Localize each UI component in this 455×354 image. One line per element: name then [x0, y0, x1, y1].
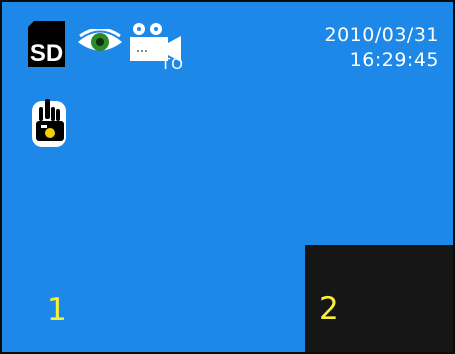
hand-camera-icon	[32, 99, 66, 147]
date-display: 2010/03/31	[324, 24, 439, 46]
time-display: 16:29:45	[349, 49, 439, 71]
sd-card-label: SD	[30, 40, 63, 67]
region-1-label: 1	[47, 292, 67, 328]
region-2-label: 2	[319, 291, 339, 327]
video-camera-sub-label: TO	[161, 55, 184, 73]
sd-card-icon: SD	[28, 21, 65, 67]
eye-icon	[78, 29, 122, 51]
camera-screen: SD TO 2010/03/31 16:29:45 1 2	[2, 2, 453, 352]
region-2-panel[interactable]: 2	[305, 245, 453, 352]
